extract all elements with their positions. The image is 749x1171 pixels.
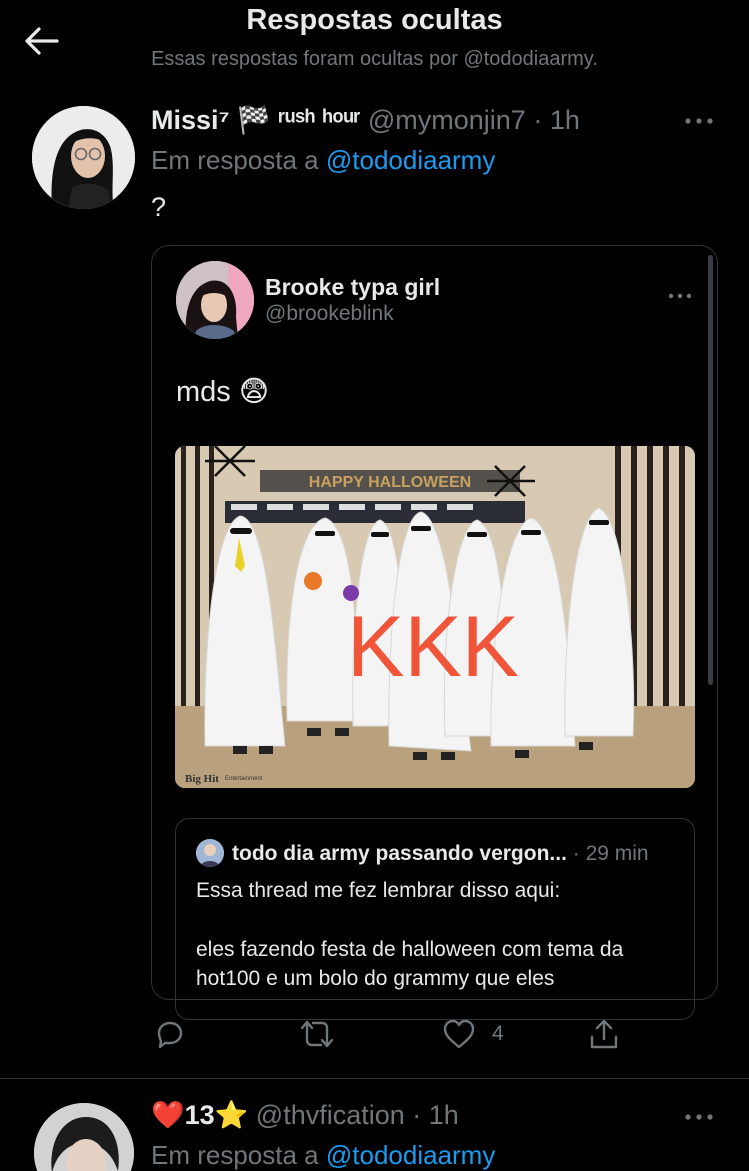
quoted-more-button[interactable]	[668, 280, 692, 306]
share-icon	[590, 1019, 618, 1049]
nested-tweet-header: todo dia army passando vergon... · 29 mi…	[232, 842, 649, 866]
nested-avatar-image	[196, 839, 224, 867]
banner-text: HAPPY HALLOWEEN	[309, 474, 471, 491]
quoted-media-image[interactable]: HAPPY HALLOWEEN KKK Big Hit Entertainmen…	[175, 446, 695, 788]
tweet-header: Missi⁷ 🏁 ʳᵘˢʰ ʰᵒᵘʳ @mymonjin7 · 1h	[151, 104, 580, 136]
media-watermark-small: Entertainment	[225, 776, 263, 782]
reply-context: Em resposta a @tododiaarmy	[151, 145, 495, 176]
avatar[interactable]	[32, 106, 135, 209]
reply-prefix: Em resposta a	[151, 1140, 319, 1170]
reply-button[interactable]	[153, 1012, 185, 1056]
nested-text-line: eles fazendo festa de halloween com tema…	[196, 938, 624, 961]
nested-text-line: Essa thread me fez lembrar disso aqui:	[196, 879, 561, 902]
like-button[interactable]: 4	[442, 1012, 504, 1056]
user-handle[interactable]: @mymonjin7	[368, 105, 526, 135]
more-dots-icon	[668, 293, 692, 299]
avatar[interactable]	[34, 1103, 134, 1171]
media-photo: HAPPY HALLOWEEN KKK Big Hit Entertainmen…	[175, 446, 695, 788]
quoted-user-handle[interactable]: @brookeblink	[265, 302, 394, 326]
page-subtitle: Essas respostas foram ocultas por @todod…	[151, 48, 598, 70]
reply-icon	[157, 1021, 183, 1049]
retweet-button[interactable]	[299, 1012, 335, 1056]
timestamp[interactable]: · 1h	[412, 1100, 459, 1130]
top-bar: Respostas ocultas Essas respostas foram …	[0, 0, 749, 82]
quoted-display-name[interactable]: Brooke typa girl	[265, 274, 440, 301]
media-overlay-text: KKK	[347, 599, 519, 695]
quoted-tweet-text: mds 😨	[176, 376, 270, 408]
like-count: 4	[492, 1022, 504, 1045]
more-dots-icon	[685, 1114, 713, 1120]
avatar-image	[34, 1103, 134, 1171]
scrollbar[interactable]	[708, 255, 713, 685]
nested-quoted-tweet[interactable]: todo dia army passando vergon... · 29 mi…	[175, 818, 695, 1020]
more-button[interactable]	[684, 106, 714, 132]
quoted-avatar-image	[176, 261, 254, 339]
reply-context: Em resposta a @tododiaarmy	[151, 1140, 495, 1171]
nested-text-line: hot100 e um bolo do grammy que eles	[196, 967, 555, 990]
page-title: Respostas ocultas	[246, 4, 503, 36]
timestamp[interactable]: · 1h	[533, 105, 580, 135]
heart-icon	[443, 1019, 475, 1049]
nested-avatar[interactable]	[196, 839, 224, 867]
reply-prefix: Em resposta a	[151, 145, 319, 175]
quoted-avatar[interactable]	[176, 261, 254, 339]
display-name[interactable]: Missi⁷ 🏁 ʳᵘˢʰ ʰᵒᵘʳ	[151, 105, 360, 135]
reply-mention-link[interactable]: @tododiaarmy	[326, 1140, 495, 1170]
user-handle[interactable]: @thvfication	[256, 1100, 405, 1130]
hidden-replies-screen: Respostas ocultas Essas respostas foram …	[0, 0, 749, 1171]
media-watermark: Big Hit	[185, 773, 219, 785]
retweet-icon	[300, 1020, 334, 1048]
more-dots-icon	[685, 118, 713, 124]
tweet-header: ❤️13⭐ @thvfication · 1h	[151, 1099, 459, 1131]
more-button[interactable]	[684, 1102, 714, 1128]
display-name[interactable]: ❤️13⭐	[151, 1100, 248, 1130]
tweet-text: ?	[151, 192, 167, 222]
tweet-divider	[0, 1078, 749, 1079]
reply-mention-link[interactable]: @tododiaarmy	[326, 145, 495, 175]
share-button[interactable]	[588, 1012, 620, 1056]
avatar-image	[32, 106, 135, 209]
nested-timestamp[interactable]: · 29 min	[573, 842, 649, 865]
nested-display-name[interactable]: todo dia army passando vergon...	[232, 842, 567, 865]
